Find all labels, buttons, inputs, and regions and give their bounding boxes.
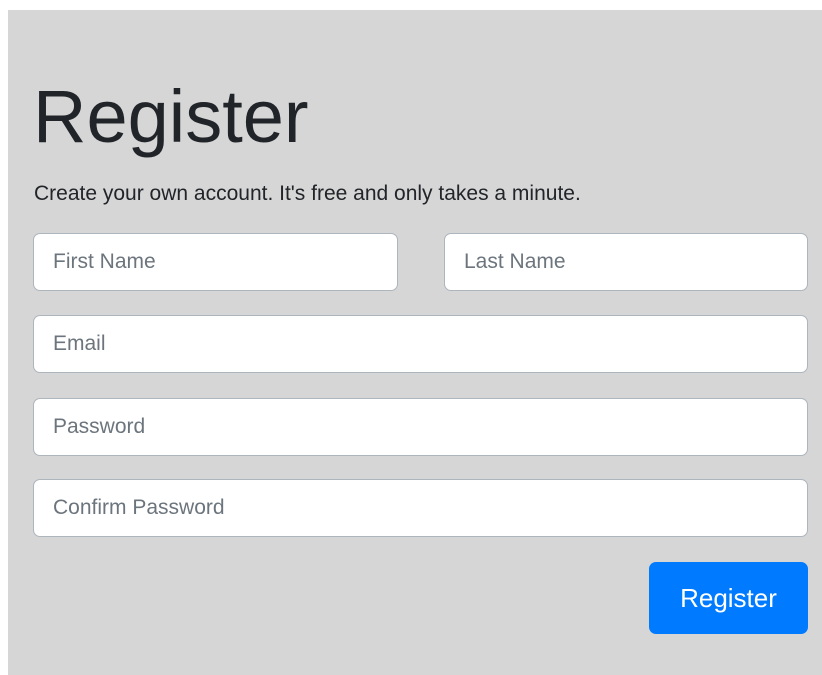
first-name-input[interactable] bbox=[33, 233, 398, 291]
register-panel: Register Create your own account. It's f… bbox=[8, 10, 822, 675]
last-name-input[interactable] bbox=[444, 233, 808, 291]
register-button[interactable]: Register bbox=[649, 562, 808, 634]
email-input[interactable] bbox=[33, 315, 808, 373]
page-subtitle: Create your own account. It's free and o… bbox=[34, 182, 581, 205]
password-input[interactable] bbox=[33, 398, 808, 456]
page-title: Register bbox=[33, 75, 309, 158]
confirm-password-input[interactable] bbox=[33, 479, 808, 537]
